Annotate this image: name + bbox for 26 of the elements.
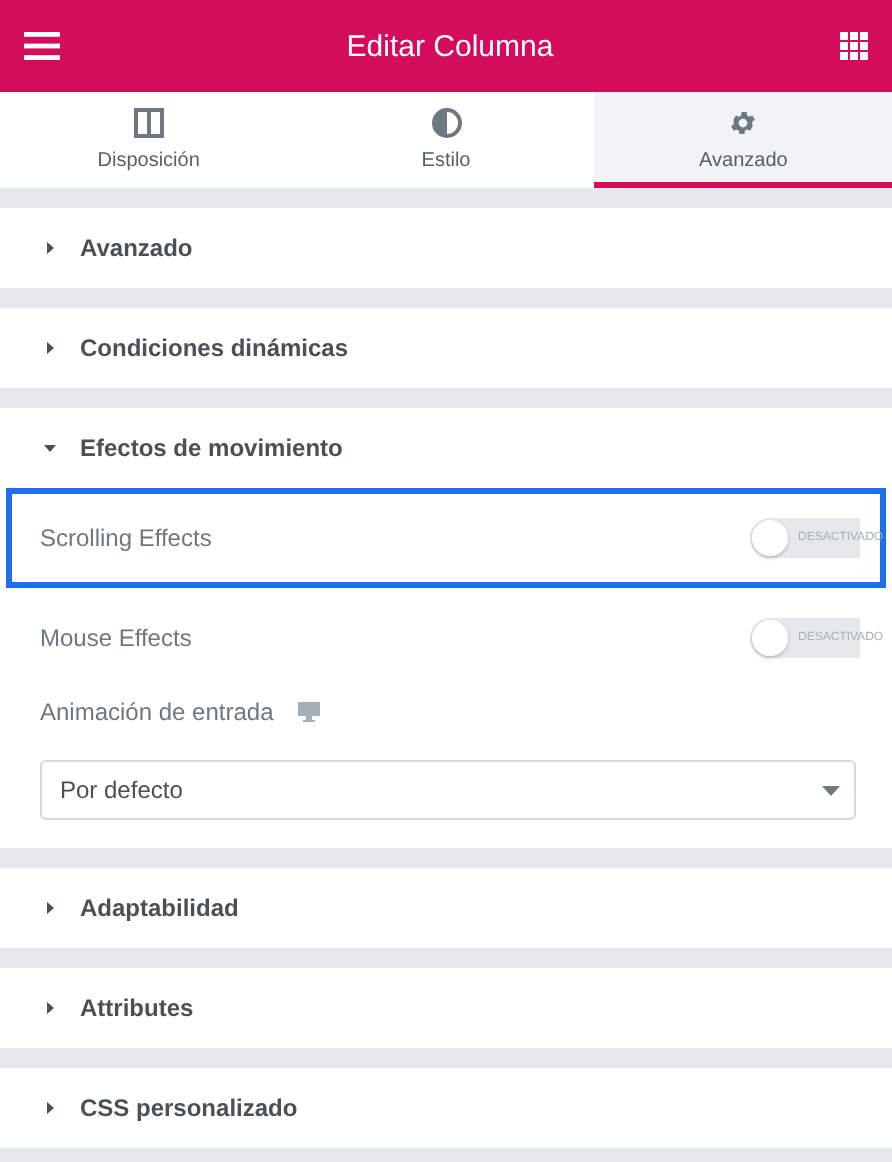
caret-icon <box>44 442 56 454</box>
control-label: Animación de entrada <box>40 698 274 726</box>
section-header[interactable]: Adaptabilidad <box>0 868 892 948</box>
caret-icon <box>822 785 840 795</box>
caret-icon <box>44 342 56 354</box>
dropdown-field[interactable]: Por defecto <box>40 760 856 820</box>
tab[interactable]: Estilo <box>297 92 595 188</box>
section-header[interactable]: CSS personalizado <box>0 1068 892 1148</box>
panel-title: Editar Columna <box>346 29 554 63</box>
section-header[interactable]: Condiciones dinámicas <box>0 308 892 388</box>
caret-icon <box>44 242 56 254</box>
columns-icon <box>133 108 164 138</box>
section-header[interactable]: Attributes <box>0 968 892 1048</box>
control-label: Mouse Effects <box>40 624 192 652</box>
control-label: Scrolling Effects <box>40 524 212 552</box>
caret-icon <box>44 1102 56 1114</box>
caret-icon <box>44 1002 56 1014</box>
grid-icon[interactable] <box>839 32 868 60</box>
tab[interactable]: Disposición <box>0 92 298 188</box>
tab[interactable]: Avanzado <box>594 92 892 188</box>
menu-icon[interactable] <box>24 32 60 60</box>
caret-icon <box>44 902 56 914</box>
section-header[interactable]: Efectos de movimiento <box>0 408 892 488</box>
section-header[interactable]: Avanzado <box>0 208 892 288</box>
settings-icon <box>728 108 759 138</box>
contrast-icon <box>431 108 461 138</box>
